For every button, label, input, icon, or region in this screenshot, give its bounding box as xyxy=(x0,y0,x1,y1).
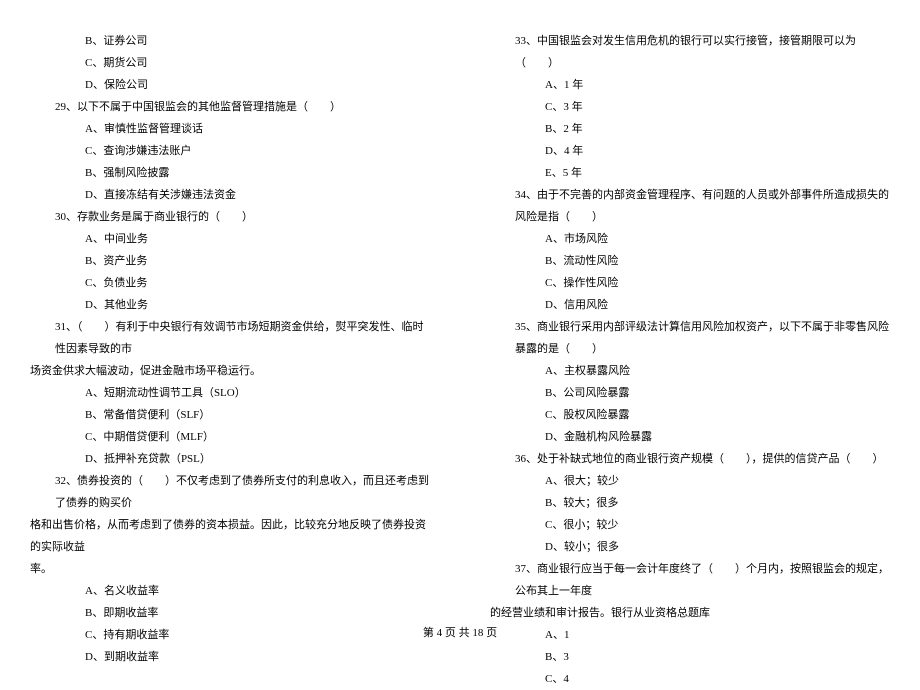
option: B、证券公司 xyxy=(30,30,430,52)
option: A、主权暴露风险 xyxy=(490,360,890,382)
option: B、即期收益率 xyxy=(30,602,430,624)
option: C、股权风险暴露 xyxy=(490,404,890,426)
option: C、操作性风险 xyxy=(490,272,890,294)
question-32: 32、债券投资的（ ）不仅考虑到了债券所支付的利息收入，而且还考虑到了债券的购买… xyxy=(30,470,430,514)
option: B、流动性风险 xyxy=(490,250,890,272)
option: D、较小；很多 xyxy=(490,536,890,558)
option: C、中期借贷便利（MLF） xyxy=(30,426,430,448)
option: A、短期流动性调节工具（SLO） xyxy=(30,382,430,404)
option: C、3 年 xyxy=(490,96,890,118)
option: D、金融机构风险暴露 xyxy=(490,426,890,448)
option: B、常备借贷便利（SLF） xyxy=(30,404,430,426)
option: D、4 年 xyxy=(490,140,890,162)
question-31-cont: 场资金供求大幅波动，促进金融市场平稳运行。 xyxy=(30,360,430,382)
question-34: 34、由于不完善的内部资金管理程序、有问题的人员或外部事件所造成损失的风险是指（… xyxy=(490,184,890,228)
option: B、强制风险披露 xyxy=(30,162,430,184)
option: C、很小；较少 xyxy=(490,514,890,536)
right-column: 33、中国银监会对发生信用危机的银行可以实行接管，接管期限可以为（ ） A、1 … xyxy=(460,30,920,690)
question-33: 33、中国银监会对发生信用危机的银行可以实行接管，接管期限可以为（ ） xyxy=(490,30,890,74)
question-35: 35、商业银行采用内部评级法计算信用风险加权资产，以下不属于非零售风险暴露的是（… xyxy=(490,316,890,360)
option: A、市场风险 xyxy=(490,228,890,250)
option: D、其他业务 xyxy=(30,294,430,316)
question-29: 29、以下不属于中国银监会的其他监督管理措施是（ ） xyxy=(30,96,430,118)
option: B、较大；很多 xyxy=(490,492,890,514)
question-30: 30、存款业务是属于商业银行的（ ） xyxy=(30,206,430,228)
option: B、3 xyxy=(490,646,890,668)
page-content: B、证券公司 C、期货公司 D、保险公司 29、以下不属于中国银监会的其他监督管… xyxy=(0,0,920,690)
option: C、4 xyxy=(490,668,890,690)
question-36: 36、处于补缺式地位的商业银行资产规模（ ），提供的信贷产品（ ） xyxy=(490,448,890,470)
question-32-cont2: 率。 xyxy=(30,558,430,580)
option: B、公司风险暴露 xyxy=(490,382,890,404)
option: B、2 年 xyxy=(490,118,890,140)
option: D、抵押补充贷款（PSL） xyxy=(30,448,430,470)
option: C、期货公司 xyxy=(30,52,430,74)
option: D、直接冻结有关涉嫌违法资金 xyxy=(30,184,430,206)
option: A、中间业务 xyxy=(30,228,430,250)
question-32-cont: 格和出售价格，从而考虑到了债券的资本损益。因此，比较充分地反映了债券投资的实际收… xyxy=(30,514,430,558)
option: A、1 年 xyxy=(490,74,890,96)
option: C、负债业务 xyxy=(30,272,430,294)
option: A、审慎性监督管理谈话 xyxy=(30,118,430,140)
option: A、很大；较少 xyxy=(490,470,890,492)
question-31: 31、（ ）有利于中央银行有效调节市场短期资金供给，熨平突发性、临时性因素导致的… xyxy=(30,316,430,360)
option: D、到期收益率 xyxy=(30,646,430,668)
left-column: B、证券公司 C、期货公司 D、保险公司 29、以下不属于中国银监会的其他监督管… xyxy=(0,30,460,690)
option: E、5 年 xyxy=(490,162,890,184)
option: C、查询涉嫌违法账户 xyxy=(30,140,430,162)
page-footer: 第 4 页 共 18 页 xyxy=(0,624,920,640)
option: D、信用风险 xyxy=(490,294,890,316)
question-37-cont: 的经营业绩和审计报告。银行从业资格总题库 xyxy=(490,602,890,624)
option: A、名义收益率 xyxy=(30,580,430,602)
option: B、资产业务 xyxy=(30,250,430,272)
question-37: 37、商业银行应当于每一会计年度终了（ ）个月内，按照银监会的规定，公布其上一年… xyxy=(490,558,890,602)
option: D、保险公司 xyxy=(30,74,430,96)
